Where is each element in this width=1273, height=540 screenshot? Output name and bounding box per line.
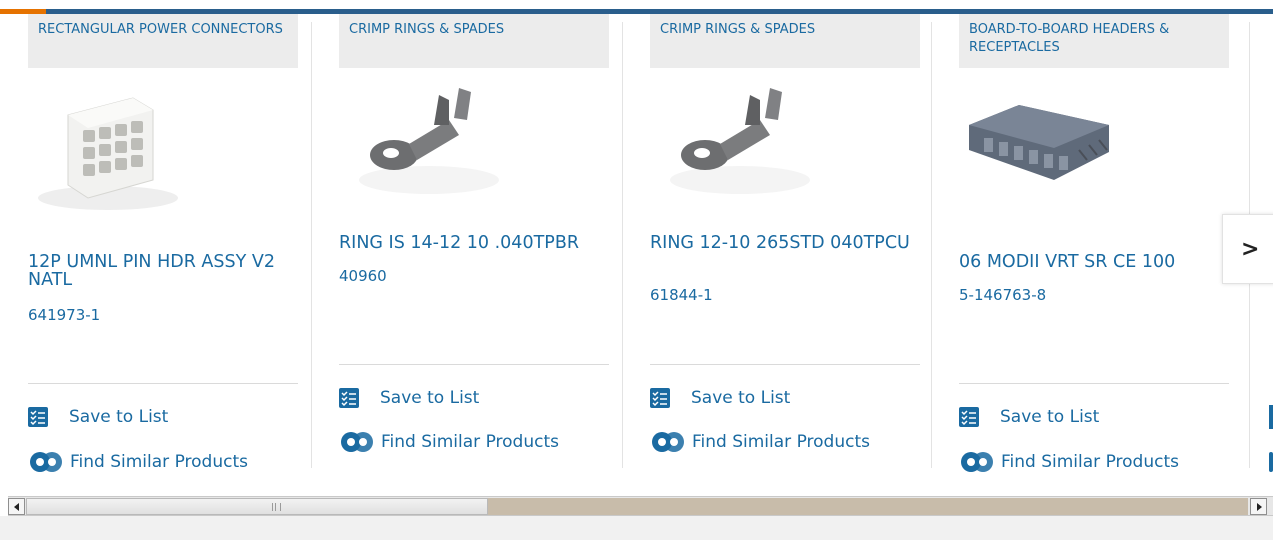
- find-similar-label: Find Similar Products: [692, 432, 870, 452]
- similar-products-icon: [959, 450, 997, 474]
- similar-products-icon: [339, 430, 377, 454]
- find-similar-button[interactable]: Find Similar Products: [650, 430, 870, 454]
- product-category[interactable]: RECTANGULAR POWER CONNECTORS: [28, 14, 298, 68]
- checklist-icon: [650, 388, 670, 408]
- checklist-icon: [28, 407, 48, 427]
- product-carousel: RECTANGULAR POWER CONNECTORS 12P UMNL PI…: [0, 0, 1273, 492]
- checklist-icon: [959, 407, 979, 427]
- part-number[interactable]: 5-146763-8: [959, 286, 1046, 304]
- card-divider: [622, 22, 623, 468]
- card-divider: [931, 22, 932, 468]
- chevron-right-icon: >: [1241, 236, 1260, 262]
- find-similar-button[interactable]: Find Similar Products: [339, 430, 559, 454]
- card-separator: [28, 383, 298, 384]
- horizontal-scrollbar[interactable]: [8, 496, 1273, 516]
- product-title[interactable]: RING IS 14-12 10 .040TPBR: [339, 234, 609, 252]
- save-to-list-label: Save to List: [691, 388, 791, 408]
- find-similar-label: Find Similar Products: [70, 452, 248, 472]
- product-card: RECTANGULAR POWER CONNECTORS 12P UMNL PI…: [0, 0, 310, 492]
- product-image[interactable]: [339, 80, 514, 215]
- save-to-list-label: Save to List: [1000, 407, 1100, 427]
- product-title[interactable]: 06 MODII VRT SR CE 100: [959, 253, 1229, 271]
- find-similar-label: Find Similar Products: [1001, 452, 1179, 472]
- product-card: BOARD-TO-BOARD HEADERS & RECEPTACLES 06 …: [931, 0, 1241, 492]
- part-number[interactable]: 641973-1: [28, 306, 100, 324]
- product-card: CRIMP RINGS & SPADES RING 12-10 265STD 0…: [622, 0, 932, 492]
- card-divider: [311, 22, 312, 468]
- product-title[interactable]: 12P UMNL PIN HDR ASSY V2 NATL: [28, 253, 298, 289]
- save-to-list-label: Save to List: [69, 407, 169, 427]
- carousel-next-button[interactable]: >: [1222, 214, 1273, 284]
- product-image[interactable]: [28, 80, 203, 215]
- card-separator: [959, 383, 1229, 384]
- scroll-left-arrow-icon[interactable]: [8, 498, 25, 515]
- scrollbar-track[interactable]: [488, 498, 1248, 515]
- product-title[interactable]: RING 12-10 265STD 040TPCU: [650, 234, 920, 252]
- find-similar-button[interactable]: Find Similar Products: [959, 450, 1179, 474]
- save-to-list-button[interactable]: Save to List: [650, 386, 790, 410]
- product-card: CRIMP RINGS & SPADES RING IS 14-12 10 .0…: [311, 0, 621, 492]
- product-image[interactable]: [650, 80, 825, 215]
- checklist-icon: [339, 388, 359, 408]
- grip-icon: [272, 503, 281, 511]
- save-to-list-button-partial[interactable]: [1269, 405, 1273, 429]
- product-category[interactable]: CRIMP RINGS & SPADES: [650, 14, 920, 68]
- page-footer-area: [0, 516, 1273, 540]
- save-to-list-button[interactable]: Save to List: [959, 405, 1099, 429]
- card-separator: [650, 364, 920, 365]
- product-category[interactable]: CRIMP RINGS & SPADES: [339, 14, 609, 68]
- find-similar-label: Find Similar Products: [381, 432, 559, 452]
- save-to-list-button[interactable]: Save to List: [339, 386, 479, 410]
- product-image[interactable]: [959, 80, 1134, 215]
- find-similar-button[interactable]: Find Similar Products: [28, 450, 248, 474]
- save-to-list-label: Save to List: [380, 388, 480, 408]
- product-category[interactable]: BOARD-TO-BOARD HEADERS & RECEPTACLES: [959, 14, 1229, 68]
- scrollbar-thumb[interactable]: [26, 498, 488, 515]
- part-number[interactable]: 61844-1: [650, 286, 713, 304]
- card-separator: [339, 364, 609, 365]
- similar-products-icon: [28, 450, 66, 474]
- similar-products-icon: [650, 430, 688, 454]
- scroll-right-arrow-icon[interactable]: [1250, 498, 1267, 515]
- find-similar-button-partial[interactable]: [1269, 452, 1273, 472]
- save-to-list-button[interactable]: Save to List: [28, 405, 168, 429]
- part-number[interactable]: 40960: [339, 267, 387, 285]
